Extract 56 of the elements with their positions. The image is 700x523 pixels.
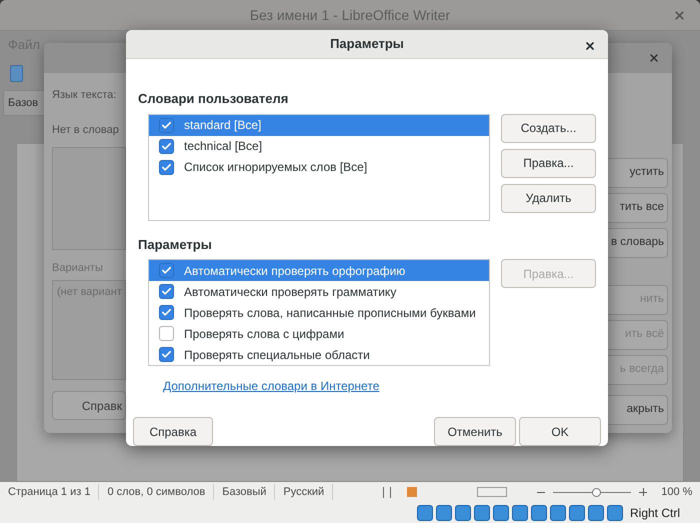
list-item[interactable]: Автоматически проверять грамматику bbox=[149, 281, 489, 302]
zoom-in-icon[interactable] bbox=[639, 488, 648, 496]
item-label: Проверять слова с цифрами bbox=[184, 326, 344, 342]
window-title: Без имени 1 - LibreOffice Writer bbox=[250, 6, 450, 24]
section-heading: Параметры bbox=[138, 236, 213, 254]
checkbox[interactable] bbox=[159, 138, 174, 154]
item-label: technical [Все] bbox=[184, 138, 262, 155]
language-label: Русский bbox=[275, 484, 334, 500]
checkmark-icon bbox=[161, 120, 172, 130]
list-item[interactable]: Проверять слова с цифрами bbox=[149, 323, 489, 344]
checkbox[interactable] bbox=[159, 326, 174, 341]
checkmark-icon bbox=[161, 162, 172, 172]
dialog-button[interactable]: Справка bbox=[133, 417, 213, 446]
page-count: Страница 1 из 1 bbox=[0, 484, 100, 500]
dialog-button[interactable]: Отменить bbox=[434, 417, 516, 446]
host-key-label: Right Ctrl bbox=[630, 504, 680, 522]
item-label: standard [Все] bbox=[184, 117, 262, 134]
dictionaries-link[interactable]: Дополнительные словари в Интернете bbox=[163, 377, 380, 395]
list-item[interactable]: technical [Все] bbox=[149, 136, 489, 156]
checkmark-icon bbox=[161, 286, 172, 297]
list-item[interactable]: Автоматически проверять орфографию bbox=[149, 260, 489, 281]
dialog-button[interactable]: Правка... bbox=[501, 148, 596, 178]
item-label: Автоматически проверять орфографию bbox=[184, 262, 406, 280]
item-label: Автоматически проверять грамматику bbox=[184, 284, 396, 300]
suggestions-label: Варианты bbox=[52, 260, 104, 276]
list-item[interactable]: Проверять специальные области bbox=[149, 344, 489, 365]
checkbox[interactable] bbox=[159, 263, 174, 278]
checkbox[interactable] bbox=[159, 347, 174, 362]
item-label: Проверять слова, написанные прописными буквами bbox=[184, 304, 476, 322]
item-label: Проверять специальные области bbox=[184, 346, 370, 364]
dialog-button[interactable]: Удалить bbox=[501, 184, 596, 212]
checkmark-icon bbox=[161, 307, 172, 318]
checkbox[interactable] bbox=[159, 160, 174, 174]
list-item[interactable]: standard [Все] bbox=[149, 114, 489, 136]
checkbox[interactable] bbox=[159, 118, 174, 132]
dialog-button[interactable]: Создать... bbox=[501, 114, 596, 142]
help-button[interactable]: Справк bbox=[52, 391, 126, 420]
checkbox[interactable] bbox=[159, 305, 174, 320]
dialog-title: Параметры bbox=[330, 35, 404, 54]
close-icon[interactable] bbox=[584, 40, 596, 52]
item-label: Список игнорируемых слов [Все] bbox=[184, 159, 368, 176]
page-style: Базовый bbox=[214, 484, 276, 500]
dialog-button[interactable]: OK bbox=[519, 417, 601, 446]
checkmark-icon bbox=[161, 265, 172, 276]
save-status-icon bbox=[407, 487, 418, 497]
cursor-icon bbox=[383, 486, 392, 498]
not-in-dictionary-label: Нет в словар bbox=[52, 123, 120, 138]
section-heading: Словари пользователя bbox=[138, 90, 290, 108]
checkmark-icon bbox=[161, 140, 172, 152]
list-item[interactable]: Проверять слова, написанные прописными буквами bbox=[149, 302, 489, 323]
word-count: 0 слов, 0 символов bbox=[99, 484, 214, 500]
checkmark-icon bbox=[161, 349, 172, 360]
list-item[interactable]: Список игнорируемых слов [Все] bbox=[149, 156, 489, 178]
checkbox[interactable] bbox=[159, 284, 174, 299]
zoom-label: 100 % bbox=[661, 484, 692, 500]
slider-thumb[interactable] bbox=[592, 488, 602, 496]
